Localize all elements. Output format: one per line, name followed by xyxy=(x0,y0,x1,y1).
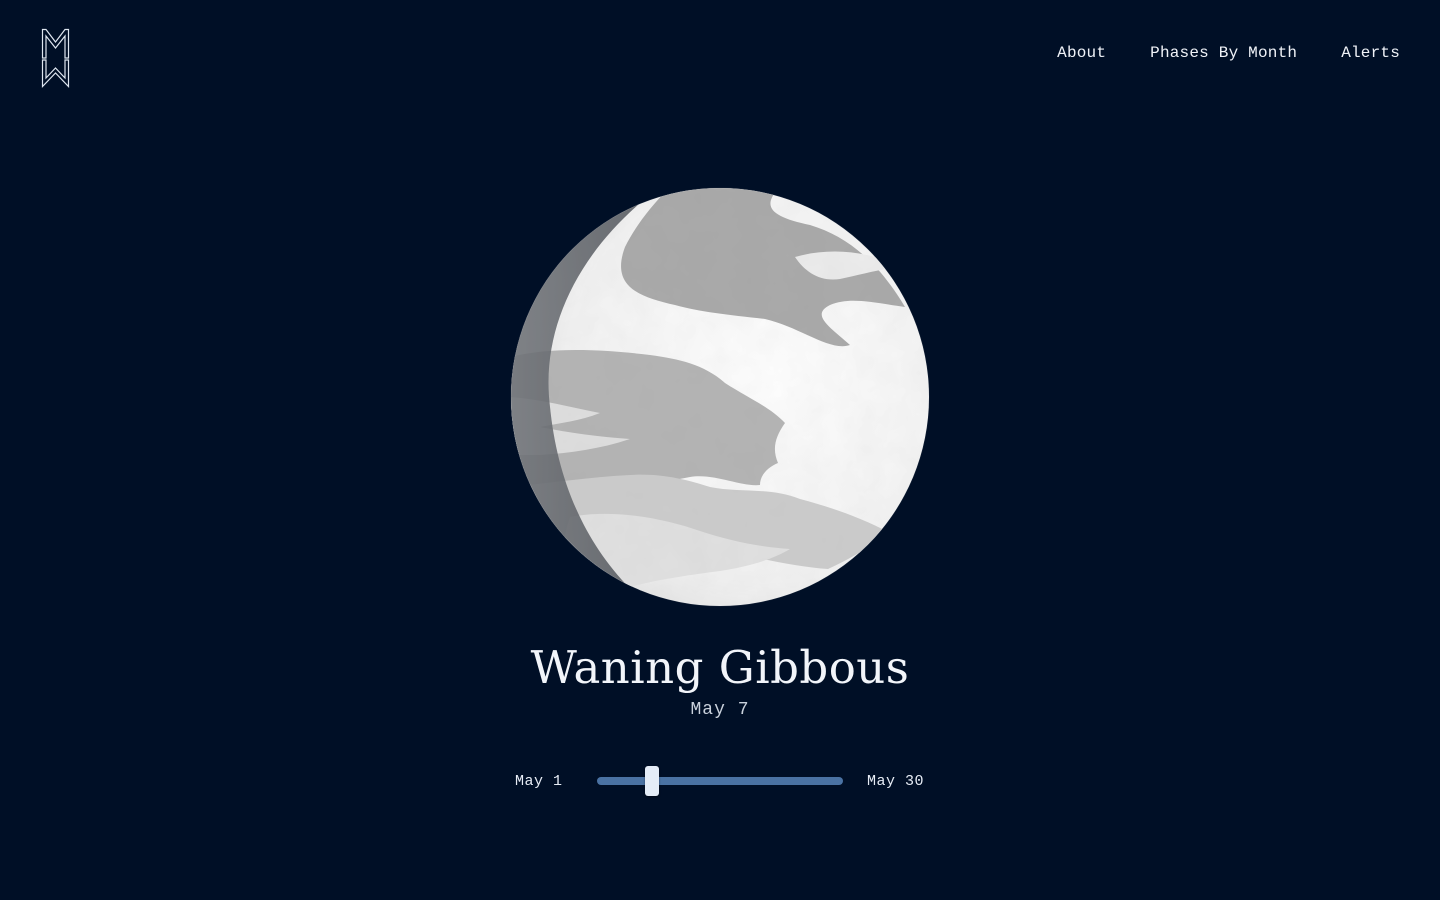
logo-icon[interactable] xyxy=(41,28,70,88)
slider-start-label: May 1 xyxy=(515,773,563,790)
slider-end-label: May 30 xyxy=(867,773,925,790)
nav-about-link[interactable]: About xyxy=(1057,44,1106,62)
date-slider: May 1 May 30 xyxy=(510,766,940,798)
phase-title: Waning Gibbous xyxy=(530,641,910,694)
nav-phases-by-month-link[interactable]: Phases By Month xyxy=(1150,44,1297,62)
slider-track[interactable] xyxy=(597,766,843,796)
main-nav: About Phases By Month Alerts xyxy=(1057,44,1400,62)
moon-illustration xyxy=(510,187,930,607)
nav-alerts-link[interactable]: Alerts xyxy=(1341,44,1400,62)
phase-date: May 7 xyxy=(690,700,750,720)
slider-thumb[interactable] xyxy=(645,766,659,796)
